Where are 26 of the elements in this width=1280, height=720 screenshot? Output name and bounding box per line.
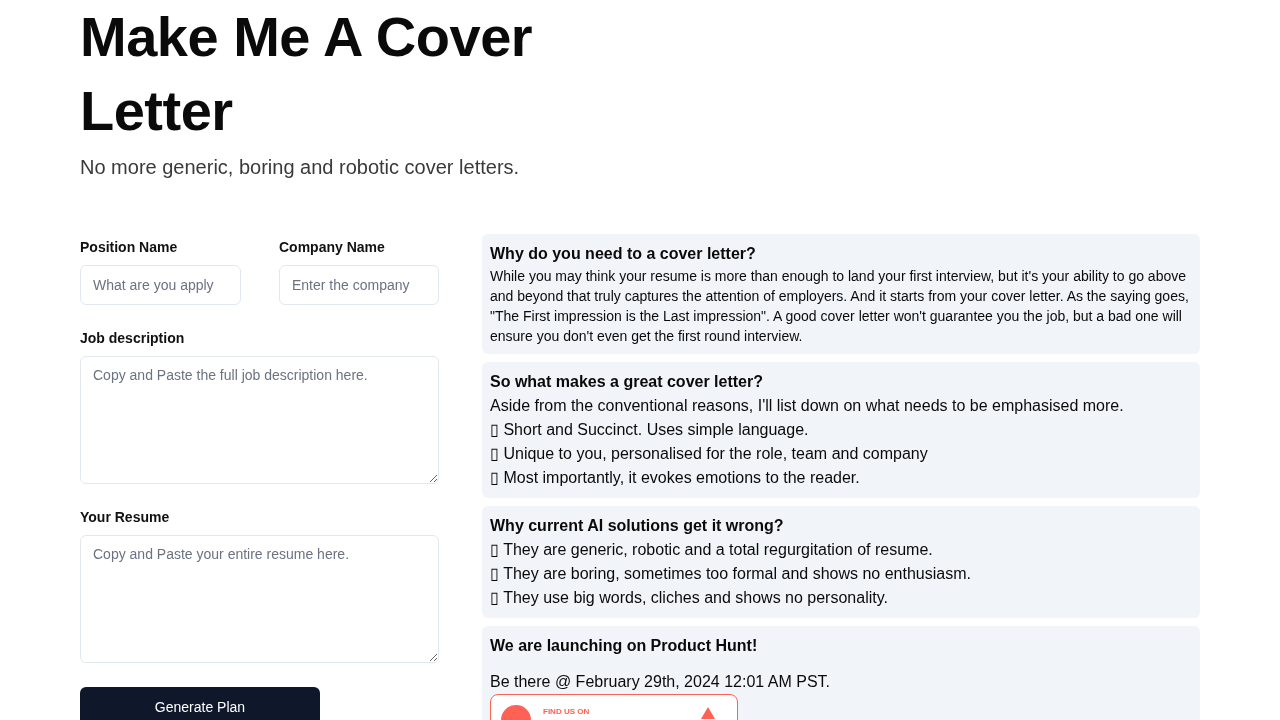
card-title: Why do you need to a cover letter? (490, 244, 757, 264)
field-label: Position Name (80, 238, 179, 256)
card-text: Be there @ February 29th, 2024 12:01 AM PST. (490, 672, 831, 692)
card-text: ▯ Most importantly, it evokes emotions to the reader. (490, 468, 861, 488)
card-text: While you may think your resume is more than enough to land your first interview, but it's your ability to go above and beyond that truly captures the attention of employers. And it starts from your cover letter. As the saying goes, "The First impression is the Last impression". A good cover letter won't guarantee you the job, but a bad one will ensure you don't even get the first round interview. (490, 267, 1190, 346)
field-label: Company Name (279, 238, 386, 256)
card-title: So what makes a great cover letter? (490, 372, 764, 392)
text-area[interactable]: Copy and Paste the full job description here. (80, 356, 439, 484)
page-subtitle: No more generic, boring and robotic cover letters. (80, 155, 521, 180)
card-text: ▯ They are boring, sometimes too formal and shows no enthusiasm. (490, 564, 972, 584)
badge-caption: FIND US ON (543, 707, 591, 717)
card-text: ▯ They are generic, robotic and a total regurgitation of resume. (490, 540, 934, 560)
card-text: ▯ Short and Succinct. Uses simple language. (490, 420, 810, 440)
field-label: Your Resume (80, 508, 171, 526)
card-text: Aside from the conventional reasons, I'll list down on what needs to be emphasised more. (490, 396, 1125, 416)
upvote-icon (701, 707, 715, 719)
field-label: Job description (80, 329, 186, 347)
input-field[interactable]: What are you apply (80, 265, 241, 305)
text-area[interactable]: Copy and Paste your entire resume here. (80, 535, 439, 663)
card-text: ▯ Unique to you, personalised for the role, team and company (490, 444, 929, 464)
card-text: ▯ They use big words, cliches and shows no personality. (490, 588, 889, 608)
generate-button[interactable]: Generate Plan (80, 687, 320, 720)
card-title: We are launching on Product Hunt! (490, 636, 759, 656)
page-title: Make Me A Cover Letter (80, 4, 534, 144)
input-field[interactable]: Enter the company (279, 265, 439, 305)
card-title: Why current AI solutions get it wrong? (490, 516, 785, 536)
